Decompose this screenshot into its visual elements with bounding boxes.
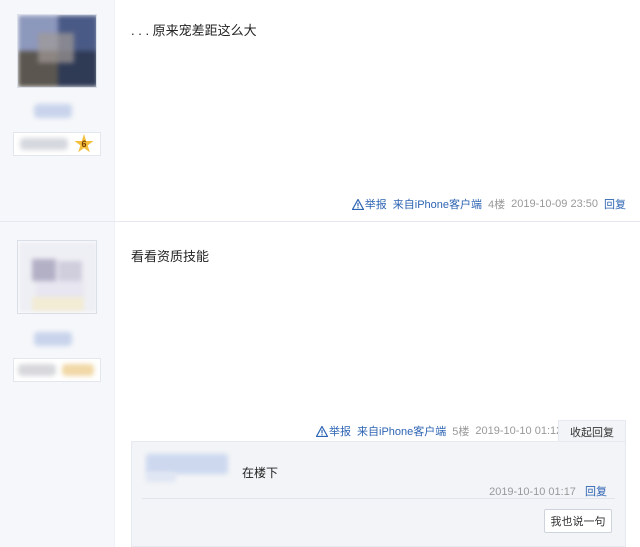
sub-reply-link[interactable]: 回复 xyxy=(585,486,607,498)
add-comment-button[interactable]: 我也说一句 xyxy=(544,509,612,533)
sub-reply-author[interactable] xyxy=(146,454,228,474)
sub-reply-author-extra xyxy=(146,472,176,482)
author-avatar[interactable] xyxy=(17,240,97,314)
sub-reply-panel: 在楼下 2019-10-10 01:17 回复 我也说一句 xyxy=(131,441,626,547)
report-label: 举报 xyxy=(364,199,387,211)
source-link[interactable]: 来自iPhone客户端 xyxy=(357,423,446,439)
star-level-icon: 6 xyxy=(74,134,94,153)
author-avatar[interactable] xyxy=(17,14,97,88)
report-link[interactable]: 举报 xyxy=(351,196,387,212)
source-link[interactable]: 来自iPhone客户端 xyxy=(393,196,482,212)
floor-number: 4楼 xyxy=(488,199,506,211)
warning-triangle-icon xyxy=(316,425,328,437)
sub-reply-item: 在楼下 2019-10-10 01:17 回复 xyxy=(142,448,615,499)
report-link[interactable]: 举报 xyxy=(316,423,351,439)
author-name[interactable] xyxy=(34,104,72,118)
post-time: 2019-10-10 01:12 xyxy=(475,425,563,437)
author-badge[interactable] xyxy=(13,358,101,382)
author-badge[interactable]: 6 xyxy=(13,132,101,156)
floor-number: 5楼 xyxy=(452,426,470,438)
post-meta: 举报 来自iPhone客户端 5楼 2019-10-10 01:12 xyxy=(316,423,562,439)
reply-link[interactable]: 回复 xyxy=(604,196,626,212)
post-time: 2019-10-09 23:50 xyxy=(511,198,598,210)
sub-reply-content: 在楼下 xyxy=(242,466,279,480)
post-divider xyxy=(0,221,640,222)
report-label: 举报 xyxy=(329,426,351,438)
post-content: . . . 原来宠差距这么大 xyxy=(131,23,257,38)
post-content: 看看资质技能 xyxy=(131,249,210,264)
level-number: 6 xyxy=(81,139,87,149)
warning-triangle-icon xyxy=(351,198,364,210)
sub-reply-time: 2019-10-10 01:17 xyxy=(489,486,576,498)
collapse-replies-button[interactable]: 收起回复 xyxy=(558,420,626,443)
sub-reply-meta: 2019-10-10 01:17 回复 xyxy=(489,483,607,499)
author-name[interactable] xyxy=(34,332,72,346)
post-meta: 举报 来自iPhone客户端 4楼 2019-10-09 23:50 回复 xyxy=(351,196,626,212)
